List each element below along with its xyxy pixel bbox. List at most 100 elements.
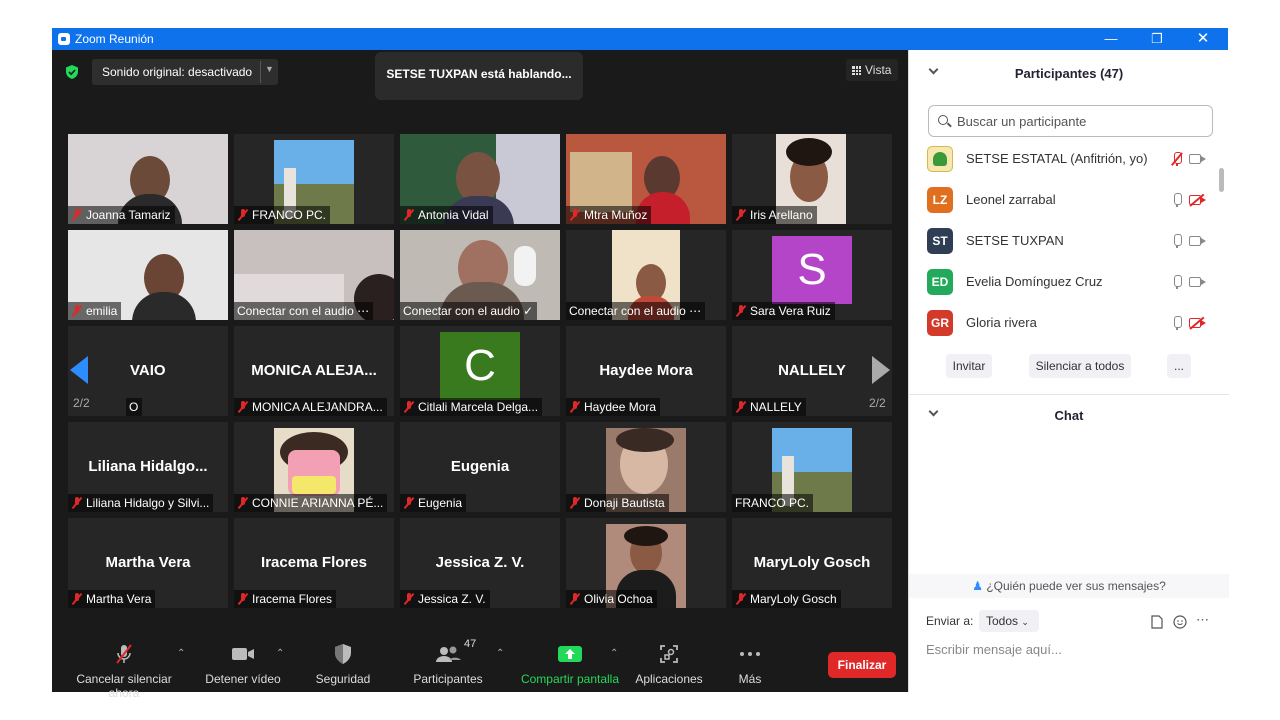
video-off-icon[interactable] bbox=[1189, 193, 1206, 207]
chat-message-input[interactable]: Escribir mensaje aquí... bbox=[926, 642, 1062, 657]
participant-row[interactable]: GR Gloria rivera bbox=[927, 308, 1209, 338]
security-button[interactable]: Seguridad bbox=[308, 642, 378, 692]
participant-row[interactable]: LZ Leonel zarrabal bbox=[927, 185, 1209, 215]
who-can-see-messages-link[interactable]: ♟ ¿Quién puede ver sus mensajes? bbox=[909, 574, 1229, 598]
video-tile[interactable]: CONNIE ARIANNA PÉ... bbox=[234, 422, 394, 512]
security-shield-icon bbox=[335, 644, 351, 664]
video-tile[interactable]: Antonia Vidal bbox=[400, 134, 560, 224]
muted-mic-icon bbox=[71, 305, 83, 317]
video-options-caret-icon[interactable]: ⌃ bbox=[276, 648, 284, 659]
video-tile[interactable]: Iris Arellano bbox=[732, 134, 892, 224]
sidebar: Participantes (47) SETSE ESTATAL (Anfitr… bbox=[908, 50, 1229, 692]
send-to-dropdown[interactable]: Todos ⌄ bbox=[979, 610, 1039, 632]
video-tile[interactable]: Olivia Ochoa bbox=[566, 518, 726, 608]
video-tile[interactable]: S Sara Vera Ruiz bbox=[732, 230, 892, 320]
chevron-down-icon[interactable]: ▼ bbox=[265, 64, 274, 74]
previous-page-arrow-icon[interactable] bbox=[70, 356, 88, 384]
muted-mic-icon bbox=[237, 593, 249, 605]
share-options-caret-icon[interactable]: ⌃ bbox=[610, 648, 618, 659]
tile-name-text: FRANCO PC. bbox=[252, 208, 327, 222]
video-tile[interactable]: FRANCO PC. bbox=[732, 422, 892, 512]
video-icon[interactable] bbox=[1189, 236, 1206, 246]
video-tile[interactable]: FRANCO PC. bbox=[234, 134, 394, 224]
video-tile[interactable]: Iracema Flores Iracema Flores bbox=[234, 518, 394, 608]
video-tile[interactable]: Eugenia Eugenia bbox=[400, 422, 560, 512]
video-off-icon[interactable] bbox=[1189, 316, 1206, 330]
original-sound-dropdown[interactable]: Sonido original: desactivado ▼ bbox=[92, 59, 278, 85]
mic-icon[interactable] bbox=[1171, 234, 1183, 248]
file-icon[interactable] bbox=[1151, 615, 1163, 629]
tile-name-label: Mtra Muñoz bbox=[566, 206, 652, 224]
tile-name-text: emilia bbox=[86, 304, 118, 318]
restore-icon[interactable]: ❐ bbox=[1134, 28, 1180, 50]
tile-name-label: Iris Arellano bbox=[732, 206, 817, 224]
video-icon[interactable] bbox=[1189, 154, 1206, 164]
participants-more-button[interactable]: ... bbox=[1167, 354, 1191, 378]
video-tile[interactable]: Conectar con el audio ⋯ bbox=[566, 230, 726, 320]
tile-name-label: Jessica Z. V. bbox=[400, 590, 490, 608]
window-title: Zoom Reunión bbox=[75, 32, 154, 46]
video-tile[interactable]: Liliana Hidalgo... Liliana Hidalgo y Silv… bbox=[68, 422, 228, 512]
encryption-shield-icon[interactable] bbox=[64, 64, 80, 80]
tile-name-text: MaryLoly Gosch bbox=[750, 592, 837, 606]
video-tile[interactable]: Martha Vera Martha Vera bbox=[68, 518, 228, 608]
apps-button[interactable]: Aplicaciones bbox=[632, 642, 706, 692]
video-tile[interactable]: MONICA ALEJA... MONICA ALEJANDRA... bbox=[234, 326, 394, 416]
video-tile[interactable]: Conectar con el audio ⋯ bbox=[234, 230, 394, 320]
stop-video-button[interactable]: Detener vídeo bbox=[202, 642, 284, 692]
avatar bbox=[927, 146, 953, 172]
share-screen-icon bbox=[558, 646, 582, 662]
minimize-icon[interactable]: — bbox=[1088, 28, 1134, 50]
emoji-icon[interactable] bbox=[1173, 615, 1187, 629]
chat-more-icon[interactable]: ⋯ bbox=[1196, 612, 1209, 628]
next-page-arrow-icon[interactable] bbox=[872, 356, 890, 384]
share-screen-button[interactable]: Compartir pantalla bbox=[518, 642, 622, 692]
tile-name-text: FRANCO PC. bbox=[735, 496, 810, 510]
search-icon bbox=[938, 115, 948, 125]
unmute-button[interactable]: Cancelar silenciar ahora bbox=[60, 642, 188, 700]
video-tile[interactable]: Joanna Tamariz bbox=[68, 134, 228, 224]
participant-row[interactable]: ED Evelia Domínguez Cruz bbox=[927, 267, 1209, 297]
video-icon[interactable] bbox=[1189, 277, 1206, 287]
participant-search[interactable] bbox=[928, 105, 1213, 137]
tile-name-label: Iracema Flores bbox=[234, 590, 337, 608]
close-icon[interactable]: ✕ bbox=[1180, 28, 1226, 50]
mute-all-button[interactable]: Silenciar a todos bbox=[1029, 354, 1131, 378]
mic-icon[interactable] bbox=[1171, 316, 1183, 330]
invite-button[interactable]: Invitar bbox=[946, 354, 992, 378]
video-tile[interactable]: Conectar con el audio ✓ bbox=[400, 230, 560, 320]
participant-row[interactable]: SETSE ESTATAL (Anfitrión, yo) bbox=[927, 144, 1209, 174]
more-button[interactable]: Más bbox=[724, 642, 776, 692]
video-tile[interactable]: Donaji Bautista bbox=[566, 422, 726, 512]
title-bar: Zoom Reunión — ❐ ✕ bbox=[52, 28, 1228, 50]
muted-mic-icon bbox=[569, 497, 581, 509]
muted-mic-icon bbox=[71, 209, 83, 221]
participant-search-input[interactable] bbox=[955, 112, 1205, 130]
participants-options-caret-icon[interactable]: ⌃ bbox=[496, 648, 504, 659]
view-button[interactable]: Vista bbox=[846, 59, 898, 81]
tile-name-label: Martha Vera bbox=[68, 590, 156, 608]
zoom-app-icon bbox=[58, 33, 70, 45]
muted-mic-icon[interactable] bbox=[1171, 152, 1183, 166]
tile-name-label: FRANCO PC. bbox=[234, 206, 331, 224]
participant-display-name: Eugenia bbox=[450, 458, 510, 475]
audio-options-caret-icon[interactable]: ⌃ bbox=[177, 648, 185, 659]
view-label: Vista bbox=[865, 63, 892, 77]
video-tile[interactable]: NALLELY NALLELY bbox=[732, 326, 892, 416]
zoom-window: Zoom Reunión — ❐ ✕ Sonido original: desa… bbox=[52, 28, 1229, 700]
muted-mic-icon bbox=[71, 593, 83, 605]
video-tile[interactable]: MaryLoly Gosch MaryLoly Gosch bbox=[732, 518, 892, 608]
mic-icon[interactable] bbox=[1171, 193, 1183, 207]
participant-list-scrollbar[interactable] bbox=[1219, 168, 1224, 192]
video-tile[interactable]: VAIO O bbox=[68, 326, 228, 416]
participants-button[interactable]: 47 Participantes bbox=[408, 638, 488, 692]
video-tile[interactable]: C Citlali Marcela Delga... bbox=[400, 326, 560, 416]
video-tile[interactable]: Haydee Mora Haydee Mora bbox=[566, 326, 726, 416]
mic-icon[interactable] bbox=[1171, 275, 1183, 289]
video-tile[interactable]: Jessica Z. V. Jessica Z. V. bbox=[400, 518, 560, 608]
muted-mic-icon bbox=[569, 209, 581, 221]
end-meeting-button[interactable]: Finalizar bbox=[828, 652, 896, 678]
video-tile[interactable]: emilia bbox=[68, 230, 228, 320]
video-tile[interactable]: Mtra Muñoz bbox=[566, 134, 726, 224]
participant-row[interactable]: ST SETSE TUXPAN bbox=[927, 226, 1209, 256]
